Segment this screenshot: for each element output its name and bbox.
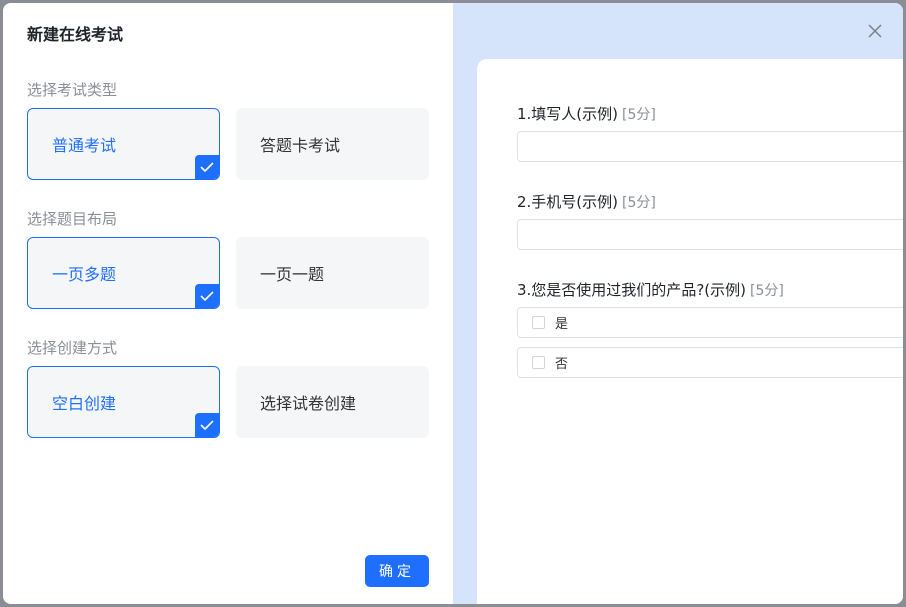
option-label: 空白创建 xyxy=(52,394,117,413)
choice-label: 是 xyxy=(555,317,569,332)
option-label: 一页一题 xyxy=(260,265,325,284)
exam-preview: 1.填写人(示例) [5分] 2.手机号(示例) [5分] 3.您是否使用过我们的产… xyxy=(477,59,903,604)
option-multi-per-page[interactable]: 一页多题 xyxy=(27,237,220,309)
answer-input[interactable] xyxy=(517,219,903,250)
check-icon xyxy=(195,284,219,308)
new-online-exam-modal: 新建在线考试 选择考试类型 普通考试 答题卡考试 选择题目布局 一页多题 一页一… xyxy=(3,3,903,604)
question-title: 1.填写人(示例) [5分] xyxy=(517,103,656,124)
checkbox[interactable] xyxy=(532,356,545,369)
question-score: [5分] xyxy=(749,283,784,299)
option-blank-create[interactable]: 空白创建 xyxy=(27,366,220,438)
section-label-layout: 选择题目布局 xyxy=(27,210,118,228)
question-text: 1.填写人(示例) xyxy=(517,105,619,123)
question-title: 2.手机号(示例) [5分] xyxy=(517,191,656,212)
option-create-from-paper[interactable]: 选择试卷创建 xyxy=(236,366,429,438)
option-label: 选择试卷创建 xyxy=(260,394,357,413)
modal-title: 新建在线考试 xyxy=(27,25,124,44)
answer-input[interactable] xyxy=(517,131,903,162)
section-label-create-method: 选择创建方式 xyxy=(27,339,118,357)
question-title: 3.您是否使用过我们的产品?(示例) [5分] xyxy=(517,279,784,300)
section-label-exam-type: 选择考试类型 xyxy=(27,81,118,99)
question-text: 3.您是否使用过我们的产品?(示例) xyxy=(517,281,746,299)
check-icon xyxy=(195,155,219,179)
question-text: 2.手机号(示例) xyxy=(517,193,619,211)
ok-button[interactable]: 确定 xyxy=(365,555,429,587)
option-answer-sheet-exam[interactable]: 答题卡考试 xyxy=(236,108,429,180)
choice-option[interactable]: 是 xyxy=(517,307,903,338)
option-normal-exam[interactable]: 普通考试 xyxy=(27,108,220,180)
option-label: 答题卡考试 xyxy=(260,136,341,155)
config-panel: 新建在线考试 选择考试类型 普通考试 答题卡考试 选择题目布局 一页多题 一页一… xyxy=(3,3,453,604)
preview-panel: 1.填写人(示例) [5分] 2.手机号(示例) [5分] 3.您是否使用过我们的产… xyxy=(453,3,903,604)
option-label: 一页多题 xyxy=(52,265,117,284)
choice-label: 否 xyxy=(555,357,569,372)
check-icon xyxy=(195,413,219,437)
close-icon[interactable] xyxy=(865,21,885,41)
question-score: [5分] xyxy=(622,107,656,123)
checkbox[interactable] xyxy=(532,316,545,329)
choice-option[interactable]: 否 xyxy=(517,347,903,378)
question-score: [5分] xyxy=(622,195,656,211)
option-label: 普通考试 xyxy=(52,136,117,155)
option-one-per-page[interactable]: 一页一题 xyxy=(236,237,429,309)
